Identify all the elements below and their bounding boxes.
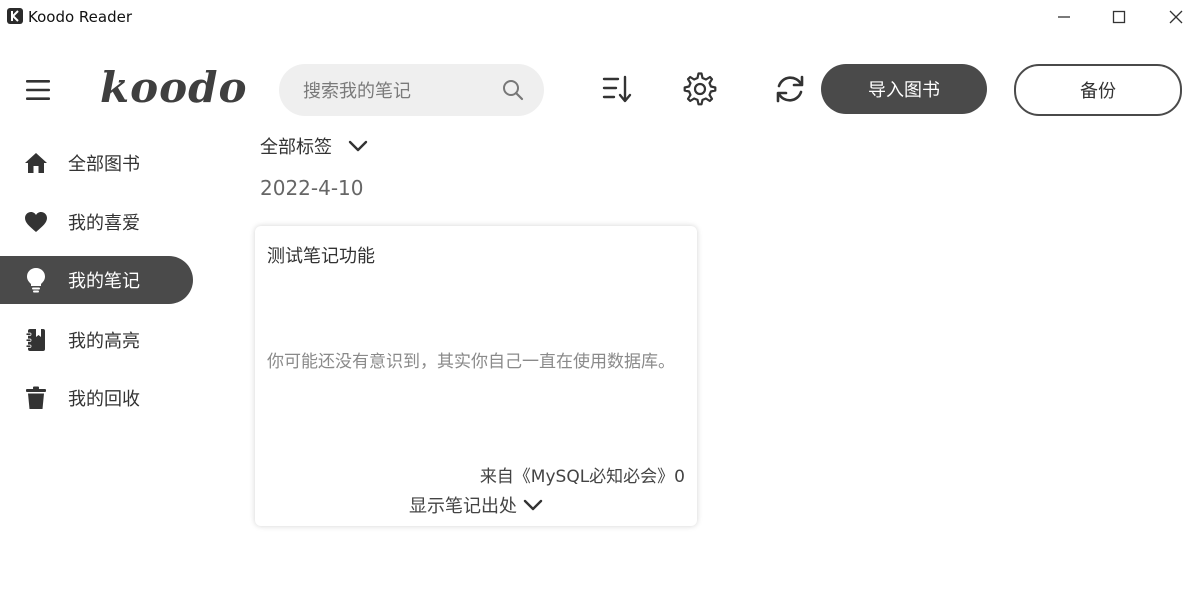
sidebar-item-all-books[interactable]: 全部图书: [0, 139, 193, 187]
chevron-down-icon: [348, 140, 368, 152]
import-books-button[interactable]: 导入图书: [821, 64, 987, 114]
sidebar-item-label: 我的喜爱: [68, 213, 140, 234]
note-source: 来自《MySQL必知必会》0: [479, 467, 685, 487]
note-date: 2022-4-10: [260, 176, 364, 200]
tag-filter-dropdown[interactable]: 全部标签: [260, 133, 368, 159]
tag-filter-label: 全部标签: [260, 137, 332, 158]
menu-icon[interactable]: [24, 76, 52, 104]
close-button[interactable]: [1156, 4, 1196, 30]
maximize-icon: [1112, 10, 1126, 24]
title-bar: Koodo Reader: [0, 0, 1200, 34]
minimize-icon: [1058, 16, 1070, 18]
highlight-book-icon: [25, 329, 45, 351]
search-box[interactable]: [279, 64, 544, 116]
sidebar-item-trash[interactable]: 我的回收: [0, 374, 193, 422]
lightbulb-icon: [27, 268, 45, 293]
sync-icon[interactable]: [773, 72, 807, 106]
sidebar-item-label: 我的笔记: [68, 271, 140, 292]
app-logo: koodo: [100, 63, 248, 112]
sidebar-item-label: 我的高亮: [68, 331, 140, 352]
chevron-down-icon: [523, 499, 543, 511]
note-title: 测试笔记功能: [267, 246, 375, 267]
search-input[interactable]: [301, 76, 495, 106]
note-text: 你可能还没有意识到，其实你自己一直在使用数据库。: [267, 352, 675, 372]
note-card[interactable]: 测试笔记功能 你可能还没有意识到，其实你自己一直在使用数据库。 来自《MySQL…: [255, 226, 697, 526]
sidebar-item-label: 全部图书: [68, 154, 140, 175]
window-title: Koodo Reader: [28, 8, 132, 26]
close-icon: [1169, 10, 1183, 24]
trash-icon: [26, 386, 46, 409]
backup-button[interactable]: 备份: [1014, 64, 1182, 116]
heart-icon: [25, 212, 47, 232]
home-icon: [25, 153, 47, 173]
maximize-button[interactable]: [1099, 4, 1139, 30]
sort-icon[interactable]: [600, 72, 634, 106]
sidebar-item-notes[interactable]: 我的笔记: [0, 256, 193, 304]
gear-icon[interactable]: [683, 72, 717, 106]
minimize-button[interactable]: [1044, 4, 1084, 30]
sidebar-item-label: 我的回收: [68, 389, 140, 410]
show-source-toggle[interactable]: 显示笔记出处: [409, 492, 543, 518]
show-source-label: 显示笔记出处: [409, 496, 517, 517]
app-icon: [7, 8, 23, 24]
search-icon[interactable]: [501, 78, 525, 102]
sidebar-item-highlights[interactable]: 我的高亮: [0, 316, 193, 364]
sidebar-item-favorites[interactable]: 我的喜爱: [0, 198, 193, 246]
